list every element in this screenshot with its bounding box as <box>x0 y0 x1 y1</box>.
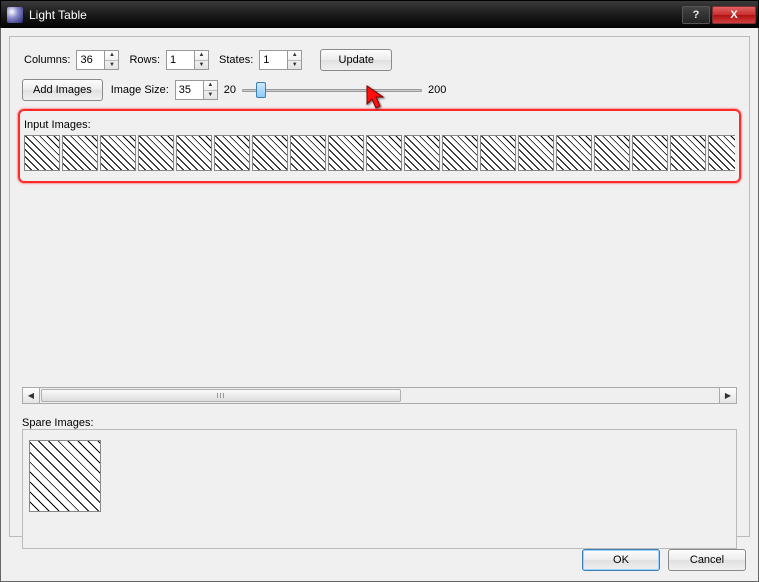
rows-input[interactable] <box>166 50 194 70</box>
spare-image-thumb[interactable] <box>29 440 101 512</box>
add-images-button[interactable]: Add Images <box>22 79 103 101</box>
input-image-thumb[interactable] <box>100 135 136 171</box>
image-size-spinner[interactable]: ▲▼ <box>175 80 218 100</box>
input-image-thumb[interactable] <box>518 135 554 171</box>
chevron-up-icon[interactable]: ▲ <box>288 51 301 61</box>
scrollbar-thumb[interactable] <box>41 389 401 402</box>
input-image-thumb[interactable] <box>556 135 592 171</box>
input-image-thumb[interactable] <box>366 135 402 171</box>
slider-track <box>242 89 422 92</box>
image-size-slider-wrap: 20 200 <box>224 82 447 98</box>
rows-spinner[interactable]: ▲▼ <box>166 50 209 70</box>
columns-label: Columns: <box>24 54 70 66</box>
input-images-row[interactable] <box>24 135 735 171</box>
scrollbar-gripper-icon <box>217 393 225 398</box>
columns-input[interactable] <box>76 50 104 70</box>
input-image-thumb[interactable] <box>290 135 326 171</box>
states-input[interactable] <box>259 50 287 70</box>
input-image-thumb[interactable] <box>176 135 212 171</box>
input-image-thumb[interactable] <box>632 135 668 171</box>
dialog-button-row: OK Cancel <box>582 549 746 571</box>
scroll-right-icon[interactable]: ▶ <box>719 388 736 403</box>
input-images-scrollbar[interactable]: ◀ ▶ <box>22 387 737 404</box>
chevron-down-icon[interactable]: ▼ <box>195 61 208 70</box>
columns-stepper[interactable]: ▲▼ <box>104 50 119 70</box>
titlebar: Light Table ? X <box>1 1 758 29</box>
image-size-stepper[interactable]: ▲▼ <box>203 80 218 100</box>
image-size-label: Image Size: <box>111 84 169 96</box>
window-title: Light Table <box>29 8 680 22</box>
rows-stepper[interactable]: ▲▼ <box>194 50 209 70</box>
cancel-button[interactable]: Cancel <box>668 549 746 571</box>
scrollbar-track[interactable] <box>40 388 719 403</box>
row-grid-controls: Columns: ▲▼ Rows: ▲▼ States: ▲▼ Update <box>22 49 737 71</box>
dialog-inner: Columns: ▲▼ Rows: ▲▼ States: ▲▼ Update A… <box>9 36 750 537</box>
image-size-input[interactable] <box>175 80 203 100</box>
update-button[interactable]: Update <box>320 49 392 71</box>
input-image-thumb[interactable] <box>328 135 364 171</box>
rows-label: Rows: <box>129 54 160 66</box>
chevron-down-icon[interactable]: ▼ <box>204 91 217 100</box>
help-button[interactable]: ? <box>682 6 710 24</box>
chevron-up-icon[interactable]: ▲ <box>204 81 217 91</box>
slider-min-label: 20 <box>224 84 236 96</box>
input-image-thumb[interactable] <box>708 135 735 171</box>
input-image-thumb[interactable] <box>480 135 516 171</box>
chevron-up-icon[interactable]: ▲ <box>105 51 118 61</box>
input-image-thumb[interactable] <box>442 135 478 171</box>
chevron-down-icon[interactable]: ▼ <box>288 61 301 70</box>
input-image-thumb[interactable] <box>62 135 98 171</box>
chevron-up-icon[interactable]: ▲ <box>195 51 208 61</box>
input-image-thumb[interactable] <box>252 135 288 171</box>
input-image-thumb[interactable] <box>404 135 440 171</box>
input-images-highlight: Input Images: <box>18 109 741 183</box>
image-size-slider[interactable] <box>242 82 422 98</box>
columns-spinner[interactable]: ▲▼ <box>76 50 119 70</box>
states-stepper[interactable]: ▲▼ <box>287 50 302 70</box>
chevron-down-icon[interactable]: ▼ <box>105 61 118 70</box>
scroll-left-icon[interactable]: ◀ <box>23 388 40 403</box>
input-image-thumb[interactable] <box>138 135 174 171</box>
states-label: States: <box>219 54 253 66</box>
input-image-thumb[interactable] <box>594 135 630 171</box>
slider-thumb[interactable] <box>256 82 266 98</box>
app-icon <box>7 7 23 23</box>
states-spinner[interactable]: ▲▼ <box>259 50 302 70</box>
input-images-label: Input Images: <box>24 119 735 131</box>
row-image-controls: Add Images Image Size: ▲▼ 20 200 <box>22 79 737 101</box>
spare-images-label: Spare Images: <box>22 417 94 429</box>
spare-images-panel[interactable] <box>22 429 737 549</box>
input-image-thumb[interactable] <box>670 135 706 171</box>
input-image-thumb[interactable] <box>24 135 60 171</box>
input-image-thumb[interactable] <box>214 135 250 171</box>
close-button[interactable]: X <box>712 6 756 24</box>
dialog-body: Columns: ▲▼ Rows: ▲▼ States: ▲▼ Update A… <box>0 28 759 582</box>
slider-max-label: 200 <box>428 84 446 96</box>
ok-button[interactable]: OK <box>582 549 660 571</box>
